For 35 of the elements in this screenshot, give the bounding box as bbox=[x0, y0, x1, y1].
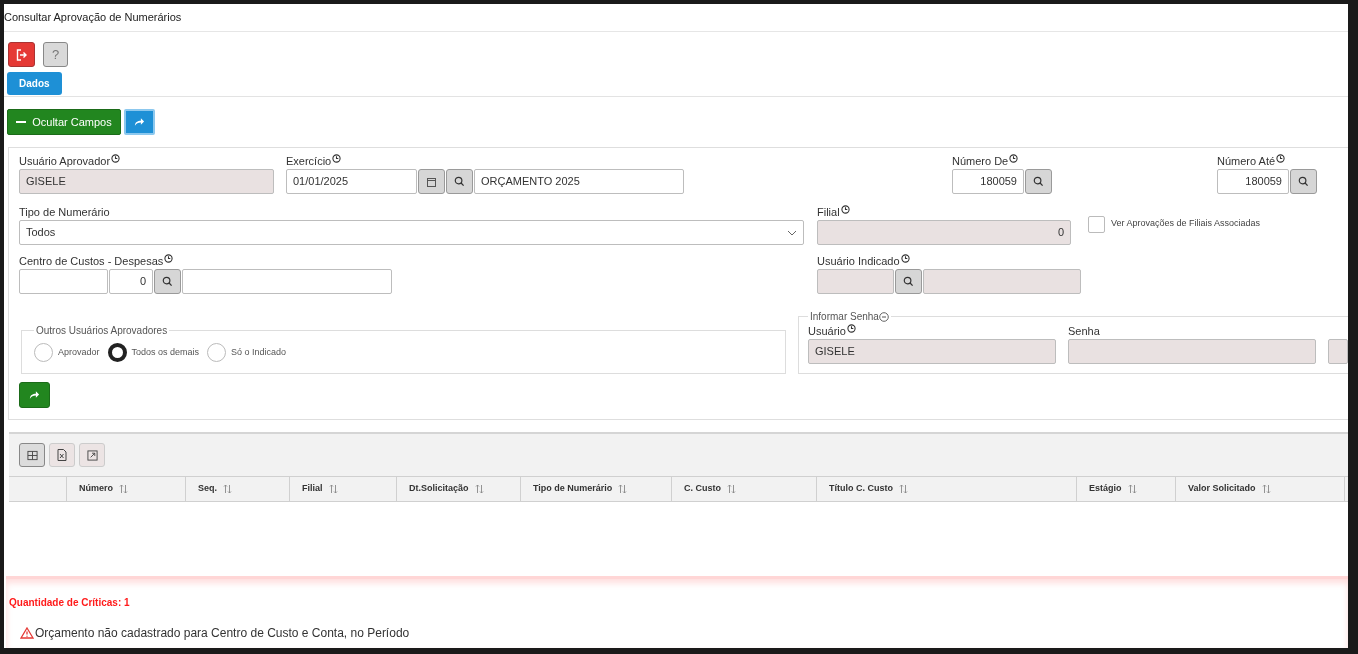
type-dropdown[interactable]: Todos bbox=[19, 220, 804, 245]
field-label: Tipo de Numerário bbox=[19, 205, 110, 219]
group-legend: Outros Usuários Aprovadores bbox=[34, 323, 170, 338]
column-header[interactable]: Dt.Solicitação bbox=[397, 477, 521, 501]
input-field[interactable]: 0 bbox=[109, 269, 153, 294]
group-legend: Informar Senha bbox=[810, 309, 879, 324]
column-header[interactable]: Número bbox=[67, 477, 186, 501]
column-header[interactable]: Valor Solicitado bbox=[1176, 477, 1345, 501]
column-header[interactable]: Estágio bbox=[1077, 477, 1176, 501]
column-header[interactable]: Seq. bbox=[186, 477, 290, 501]
field-label: Centro de Custos - Despesas bbox=[19, 254, 164, 268]
column-header[interactable]: Título C. Custo bbox=[817, 477, 1077, 501]
field-label: Exercício bbox=[286, 154, 332, 168]
radio-option[interactable]: Todos os demais bbox=[107, 343, 200, 362]
field-label: Usuário bbox=[808, 324, 846, 338]
field-label: Usuário Indicado bbox=[817, 254, 900, 268]
field-label: Senha bbox=[1068, 324, 1100, 338]
input-field[interactable]: ORÇAMENTO 2025 bbox=[474, 169, 684, 194]
field-label: Número De bbox=[952, 154, 1009, 168]
field-label: Número Até bbox=[1217, 154, 1276, 168]
checkbox-label: Ver Aprovações de Filiais Associadas bbox=[1111, 217, 1261, 231]
radio-option[interactable]: Só o Indicado bbox=[207, 343, 287, 362]
input-field[interactable]: 180059 bbox=[952, 169, 1024, 194]
hide-fields-button[interactable]: Ocultar Campos bbox=[7, 109, 121, 135]
critics-count: Quantidade de Críticas: 1 bbox=[9, 596, 131, 610]
column-header[interactable]: Tipo de Numerário bbox=[521, 477, 672, 501]
column-header[interactable]: Filial bbox=[290, 477, 397, 501]
field-label: Filial bbox=[817, 205, 840, 219]
column-header[interactable]: C. Custo bbox=[672, 477, 817, 501]
input-field[interactable]: 180059 bbox=[1217, 169, 1289, 194]
field-label: Usuário Aprovador bbox=[19, 154, 111, 168]
radio-option[interactable]: Aprovador bbox=[34, 343, 100, 362]
window-title: Consultar Aprovação de Numerários bbox=[4, 10, 182, 26]
input-field[interactable]: 01/01/2025 bbox=[286, 169, 417, 194]
critic-message: Orçamento não cadastrado para Centro de Custo e Conta, no Período bbox=[35, 625, 410, 642]
